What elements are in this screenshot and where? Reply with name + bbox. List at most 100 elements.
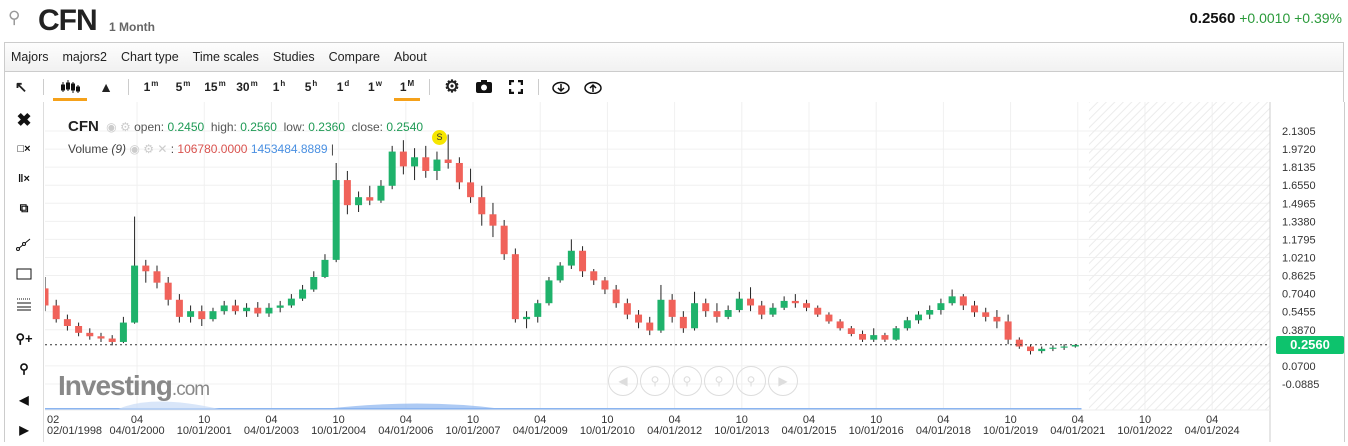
- y-tick-label: 0.0700: [1282, 361, 1316, 373]
- nav-reset-icon[interactable]: ⚲: [736, 366, 766, 396]
- menu-chart-type[interactable]: Chart type: [121, 50, 179, 64]
- interval-1m[interactable]: 1m: [135, 72, 167, 102]
- candle-body: [803, 303, 811, 308]
- cloud-download-icon[interactable]: [545, 72, 577, 102]
- remove-studies-icon[interactable]: ‖×: [5, 167, 43, 191]
- eye-icon[interactable]: ◉: [129, 142, 139, 156]
- candle-body: [847, 328, 855, 334]
- split-event-marker[interactable]: S: [432, 130, 447, 145]
- candle-body: [119, 322, 127, 342]
- price-summary: 0.2560 +0.0010 +0.39%: [1189, 10, 1342, 27]
- interval-5m[interactable]: 5m: [167, 72, 199, 102]
- candle-body: [321, 259, 329, 277]
- eye-icon[interactable]: ◉: [106, 120, 116, 134]
- interval-1h[interactable]: 1h: [263, 72, 295, 102]
- candle-body: [993, 316, 1001, 322]
- candle-body: [926, 310, 934, 315]
- candle-body: [511, 254, 519, 320]
- y-tick-label: 1.6550: [1282, 180, 1316, 192]
- x-tick-label-bottom: 04/01/2021: [1050, 425, 1105, 437]
- x-tick-label-bottom: 04/01/2000: [110, 425, 165, 437]
- low-value: 0.2360: [308, 120, 345, 134]
- x-tick-label-bottom: 04/01/2012: [647, 425, 702, 437]
- interval-1d[interactable]: 1d: [327, 72, 359, 102]
- symbol-title: CFN: [38, 4, 98, 37]
- candle-body: [623, 303, 631, 315]
- menu-studies[interactable]: Studies: [273, 50, 315, 64]
- candle-body: [299, 289, 307, 299]
- candle-body: [377, 185, 385, 201]
- menu-about[interactable]: About: [394, 50, 427, 64]
- nav-zoom-in-icon[interactable]: ⚲: [640, 366, 670, 396]
- close-icon[interactable]: ✕: [157, 142, 167, 156]
- candlestick-chart-button[interactable]: [50, 72, 90, 102]
- menu-time-scales[interactable]: Time scales: [193, 50, 259, 64]
- candle-body: [590, 271, 598, 281]
- zoom-out-icon[interactable]: ⚲: [5, 357, 43, 381]
- candle-body: [724, 310, 732, 317]
- clone-window-icon[interactable]: ⧉: [5, 196, 43, 220]
- interval-1w[interactable]: 1w: [359, 72, 391, 102]
- gear-icon[interactable]: ⚙: [120, 120, 131, 134]
- interval-30m[interactable]: 30 m: [231, 72, 263, 102]
- candle-body: [859, 333, 867, 340]
- pointer-icon[interactable]: ↖: [5, 72, 37, 102]
- camera-icon[interactable]: [468, 72, 500, 102]
- x-tick-label-bottom: 10/01/2022: [1117, 425, 1172, 437]
- remove-drawing-icon[interactable]: □×: [5, 137, 43, 161]
- candle-body: [366, 197, 374, 201]
- settings-gear-icon[interactable]: ⚙: [436, 72, 468, 102]
- fullscreen-icon[interactable]: [500, 72, 532, 102]
- close-icon[interactable]: ✖: [5, 108, 43, 132]
- scroll-left-icon[interactable]: ◀: [5, 388, 43, 412]
- candle-body: [713, 311, 721, 317]
- x-tick-label-bottom: 04/01/2006: [378, 425, 433, 437]
- candle-body: [702, 303, 710, 312]
- interval-5h[interactable]: 5h: [295, 72, 327, 102]
- candle-body: [310, 276, 318, 290]
- interval-1M[interactable]: 1M: [391, 72, 423, 102]
- candle-body: [164, 282, 172, 300]
- candle-body: [343, 180, 351, 206]
- x-tick-label-bottom: 04/01/2009: [513, 425, 568, 437]
- divider: [429, 78, 430, 95]
- interval-15m[interactable]: 15 m: [199, 72, 231, 102]
- candle-body: [220, 305, 228, 312]
- y-tick-label: 0.3870: [1282, 325, 1316, 337]
- mountain-icon: ▲: [99, 78, 113, 95]
- zoom-in-icon[interactable]: ⚲+: [5, 327, 43, 351]
- rectangle-icon[interactable]: [5, 262, 43, 286]
- y-tick-label: 0.5455: [1282, 307, 1316, 319]
- volume-ma-area: [323, 403, 503, 409]
- nav-expand-icon[interactable]: ⚲: [704, 366, 734, 396]
- menu-compare[interactable]: Compare: [329, 50, 380, 64]
- nav-zoom-out-icon[interactable]: ⚲: [672, 366, 702, 396]
- candle-body: [63, 319, 71, 326]
- cloud-upload-icon[interactable]: [577, 72, 609, 102]
- y-tick-label: 0.7040: [1282, 289, 1316, 301]
- nav-scroll-right-icon[interactable]: ▶: [768, 366, 798, 396]
- search-icon[interactable]: ⚲: [8, 8, 20, 28]
- x-tick-label-bottom: 04/01/2015: [781, 425, 836, 437]
- scroll-right-icon[interactable]: ▶: [5, 418, 43, 442]
- menu-majors2[interactable]: majors2: [63, 50, 107, 64]
- candle-body: [545, 280, 553, 304]
- trendline-icon[interactable]: [5, 232, 43, 256]
- gear-icon[interactable]: ⚙: [143, 142, 154, 156]
- candle-body: [276, 305, 284, 308]
- area-chart-button[interactable]: ▲: [90, 72, 122, 102]
- horizontal-lines-icon[interactable]: [5, 292, 43, 316]
- x-tick-label-bottom: 10/01/2007: [445, 425, 500, 437]
- menu-bar: Majors majors2 Chart type Time scales St…: [4, 42, 1344, 72]
- menu-majors[interactable]: Majors: [11, 50, 49, 64]
- candle-body: [579, 250, 587, 272]
- x-tick-label-bottom: 04/01/2003: [244, 425, 299, 437]
- candle-body: [959, 296, 967, 306]
- y-tick-label: 1.1795: [1282, 234, 1316, 246]
- open-label: open:: [134, 120, 165, 134]
- candle-body: [97, 336, 105, 339]
- candle-body: [355, 197, 363, 206]
- candle-body: [646, 322, 654, 331]
- nav-scroll-left-icon[interactable]: ◀: [608, 366, 638, 396]
- chart-toolbar: ↖ ▲ 1m 5m 15 m 30 m 1h 5h 1d 1w 1M ⚙: [4, 71, 1344, 102]
